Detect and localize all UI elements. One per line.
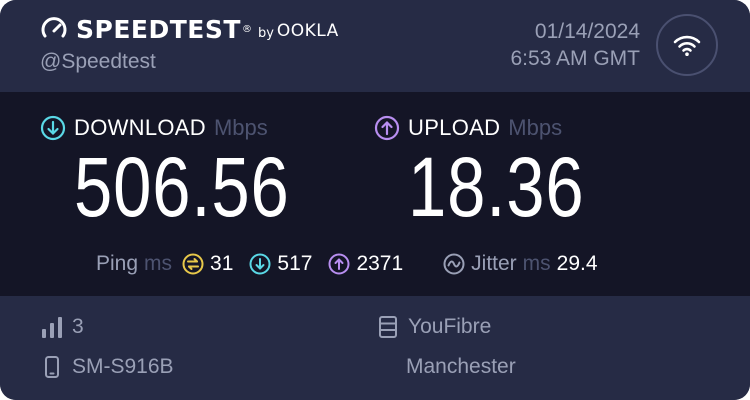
server-location: Manchester [406,352,516,382]
trademark-symbol: ® [241,23,252,35]
server-location-text: Manchester [406,355,516,378]
jitter-label: Jitter [471,252,517,275]
test-time: 6:53 AM GMT [510,47,640,70]
download-unit: Mbps [213,115,268,140]
upload-arrow-icon [374,115,400,141]
signal-strength-value: 3 [72,315,84,338]
signal-strength: 3 [40,312,84,342]
footer: 3 SM-S916B YouFibre Manchester [0,296,750,400]
ping-label: Ping [96,252,139,275]
brand-name: SPEEDTEST [76,14,241,44]
signal-bars-icon [42,317,62,338]
phone-icon [45,356,59,378]
ping-upload-value: 2371 [356,252,404,275]
provider-name: YouFibre [408,315,492,338]
wifi-icon [673,35,701,56]
brand-by: by [257,25,274,41]
device-info: SM-S916B [40,352,174,382]
header: SPEEDTEST ® by OOKLA @Speedtest 01/14/20… [0,0,750,92]
idle-latency-icon [182,253,204,275]
upload-unit: Mbps [508,115,563,140]
ping-download-icon [249,253,271,275]
account-handle: @Speedtest [40,50,156,73]
results-panel: DOWNLOAD Mbps 506.56 UPLOAD Mbps 18.36 P… [0,92,750,296]
jitter-wave-icon [443,253,465,275]
download-label: DOWNLOAD [74,115,206,140]
ping-upload-icon [328,253,350,275]
jitter-value: 29.4 [556,252,598,275]
connection-type-button[interactable] [656,14,718,76]
provider-info: YouFibre [376,312,491,342]
jitter-unit: ms [522,252,551,275]
download-speed-value: 506.56 [74,140,290,234]
brand-company: OOKLA [276,21,339,41]
speedtest-logo: SPEEDTEST ® by OOKLA [40,12,339,46]
server-icon [379,316,397,338]
upload-header: UPLOAD Mbps [374,114,562,142]
speedtest-result-card: SPEEDTEST ® by OOKLA @Speedtest 01/14/20… [0,0,750,400]
latency-stats: Ping ms 31 517 2371 Jitter ms 29.4 [96,250,598,278]
ping-unit: ms [144,252,173,275]
ping-download-value: 517 [277,252,313,275]
ping-idle-value: 31 [210,252,234,275]
device-model: SM-S916B [72,355,174,378]
test-date: 01/14/2024 [534,20,640,43]
upload-speed-value: 18.36 [408,140,585,234]
speedometer-icon [41,17,67,38]
upload-label: UPLOAD [408,115,501,140]
download-arrow-icon [40,115,66,141]
download-header: DOWNLOAD Mbps [40,114,268,142]
